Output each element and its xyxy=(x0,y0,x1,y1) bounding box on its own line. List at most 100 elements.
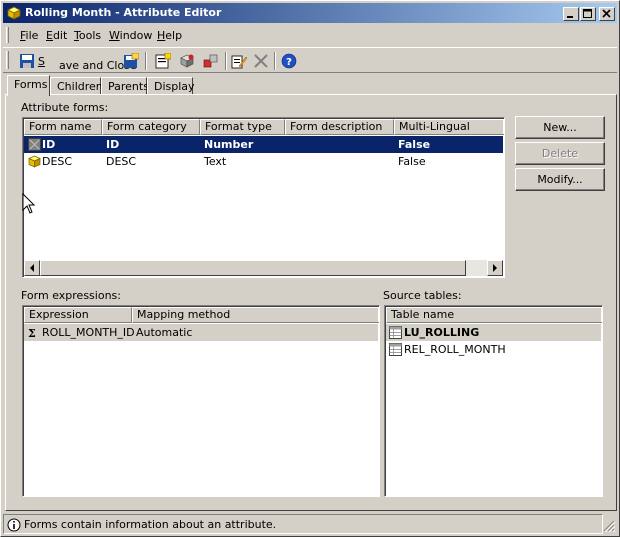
table-row[interactable]: ID ID Number False xyxy=(24,136,503,153)
form-desc-icon xyxy=(28,155,41,168)
cell-table-name: LU_ROLLING xyxy=(404,326,480,339)
tab-parents[interactable]: Parents xyxy=(101,77,149,95)
tab-display[interactable]: Display xyxy=(147,77,195,95)
source-tables-header: Table name xyxy=(386,307,602,323)
mouse-cursor-icon xyxy=(22,193,36,214)
scroll-left-button[interactable] xyxy=(24,260,40,276)
arrow-right-icon xyxy=(493,264,497,272)
attribute-forms-label: Attribute forms: xyxy=(21,101,109,114)
table-icon xyxy=(389,326,402,339)
relationship-button[interactable] xyxy=(201,51,221,71)
form-id-icon xyxy=(28,138,41,151)
menu-file[interactable]: File xyxy=(20,29,38,42)
help-button[interactable]: ? xyxy=(279,51,299,71)
resize-grip-icon[interactable] xyxy=(603,520,615,532)
menu-tools[interactable]: Tools xyxy=(74,29,101,42)
table-row[interactable]: LU_ROLLING xyxy=(386,324,601,341)
floppy-save-icon xyxy=(124,53,139,68)
toolbar-separator xyxy=(145,52,147,70)
toolbar: Save and Close ? xyxy=(3,47,617,73)
toolbar-separator xyxy=(225,52,227,70)
col-mapping-method[interactable]: Mapping method xyxy=(132,307,379,323)
modify-button[interactable]: Modify... xyxy=(515,168,605,191)
edit-button[interactable] xyxy=(229,51,249,71)
save-icon xyxy=(20,54,34,68)
close-button[interactable] xyxy=(599,7,615,21)
menu-bar: File Edit Tools Window Help xyxy=(3,25,617,45)
cell-format-type: Text xyxy=(204,155,227,168)
cell-format-type: Number xyxy=(204,138,254,151)
status-bar: Forms contain information about an attri… xyxy=(3,513,617,535)
scroll-thumb[interactable] xyxy=(40,260,466,276)
status-pane: Forms contain information about an attri… xyxy=(3,514,603,534)
forms-tab-panel: Attribute forms: Form name Form category… xyxy=(5,94,617,511)
menu-edit[interactable]: Edit xyxy=(46,29,67,42)
form-expressions-header: Expression Mapping method xyxy=(24,307,379,323)
source-tables-label: Source tables: xyxy=(383,289,462,302)
maximize-icon xyxy=(583,9,592,18)
svg-text:Σ: Σ xyxy=(28,327,36,339)
status-text: Forms contain information about an attri… xyxy=(24,518,277,531)
cell-mapping-method: Automatic xyxy=(136,326,193,339)
properties-icon xyxy=(155,53,171,69)
edit-icon xyxy=(231,55,247,69)
delete-form-button[interactable]: Delete xyxy=(515,142,605,165)
relationship-icon xyxy=(203,54,218,68)
info-icon xyxy=(7,518,21,532)
cell-form-name: DESC xyxy=(42,155,73,168)
delete-button[interactable] xyxy=(251,51,271,71)
attribute-forms-header: Form name Form category Format type Form… xyxy=(24,119,504,135)
arrow-left-icon xyxy=(30,264,34,272)
attribute-forms-list[interactable]: Form name Form category Format type Form… xyxy=(22,117,505,278)
delete-x-icon xyxy=(254,54,268,68)
form-expressions-list[interactable]: Expression Mapping method Σ ROLL_MONTH_I… xyxy=(22,305,380,497)
menu-grip[interactable] xyxy=(6,27,9,43)
form-expressions-label: Form expressions: xyxy=(21,289,121,302)
svg-text:?: ? xyxy=(286,57,292,68)
cube-icon xyxy=(7,6,21,20)
source-tables-list[interactable]: Table name LU_ROLLING REL_ROLL_MONTH xyxy=(384,305,603,497)
title-bar[interactable]: Rolling Month - Attribute Editor xyxy=(3,3,617,23)
close-icon xyxy=(602,9,611,18)
col-form-category[interactable]: Form category xyxy=(102,119,200,135)
cell-multi-lingual: False xyxy=(398,155,426,168)
minimize-icon xyxy=(567,16,573,18)
col-expression[interactable]: Expression xyxy=(24,307,132,323)
horizontal-scrollbar[interactable] xyxy=(24,260,503,276)
cell-table-name: REL_ROLL_MONTH xyxy=(404,343,506,356)
menu-window[interactable]: Window xyxy=(109,29,152,42)
cell-form-name: ID xyxy=(42,138,56,151)
cell-form-category: DESC xyxy=(106,155,137,168)
col-table-name[interactable]: Table name xyxy=(386,307,602,323)
table-row[interactable]: DESC DESC Text False xyxy=(24,153,503,170)
attribute-editor-window: Rolling Month - Attribute Editor File Ed… xyxy=(0,0,620,537)
cell-form-category: ID xyxy=(106,138,120,151)
maximize-button[interactable] xyxy=(580,7,596,21)
save-and-close-button[interactable]: Save and Close xyxy=(17,51,137,72)
help-icon: ? xyxy=(281,53,297,69)
properties-button[interactable] xyxy=(153,51,173,71)
col-form-description[interactable]: Form description xyxy=(285,119,394,135)
attribute-button[interactable] xyxy=(177,51,197,71)
col-form-name[interactable]: Form name xyxy=(24,119,102,135)
tab-children[interactable]: Children xyxy=(50,77,103,95)
minimize-button[interactable] xyxy=(563,7,579,21)
tab-strip: Forms Children Parents Display xyxy=(5,75,617,96)
attribute-cube-icon xyxy=(180,54,194,68)
col-multi-lingual[interactable]: Multi-Lingual xyxy=(394,119,504,135)
table-icon xyxy=(389,343,402,356)
col-format-type[interactable]: Format type xyxy=(200,119,285,135)
expression-icon: Σ xyxy=(28,327,36,339)
window-title: Rolling Month - Attribute Editor xyxy=(25,6,222,19)
tab-forms[interactable]: Forms xyxy=(7,75,50,96)
menu-help[interactable]: Help xyxy=(157,29,182,42)
table-row[interactable]: Σ ROLL_MONTH_ID Automatic xyxy=(24,324,378,341)
toolbar-separator xyxy=(274,52,276,70)
toolbar-grip[interactable] xyxy=(6,51,9,69)
new-button[interactable]: New... xyxy=(515,116,605,139)
cell-multi-lingual: False xyxy=(398,138,431,151)
table-row[interactable]: REL_ROLL_MONTH xyxy=(386,341,601,358)
cell-expression: ROLL_MONTH_ID xyxy=(42,326,135,339)
scroll-right-button[interactable] xyxy=(487,260,503,276)
save-icon-button[interactable] xyxy=(121,51,141,71)
